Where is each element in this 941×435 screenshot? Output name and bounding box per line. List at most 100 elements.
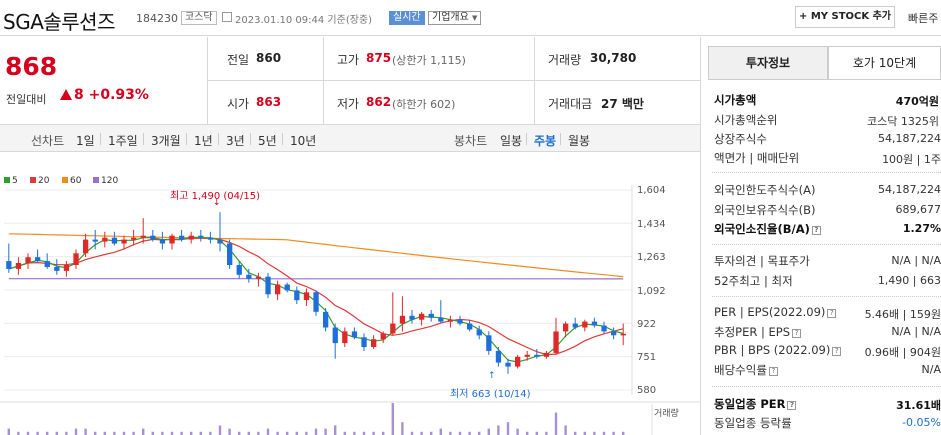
candle-body	[150, 235, 156, 240]
low-value: 862	[366, 95, 392, 109]
candle-body	[159, 239, 166, 244]
tab-invest-info[interactable]: 투자정보	[708, 46, 828, 80]
separator	[100, 133, 101, 145]
overview-dropdown-label: 기업개요	[432, 12, 469, 23]
separator	[218, 133, 219, 145]
low-label: 저가	[337, 97, 360, 111]
change-amount: 8	[74, 87, 84, 103]
candle-body	[380, 333, 386, 340]
candle-body	[572, 323, 578, 328]
industry-per-label: 동일업종 PER?	[714, 396, 797, 412]
tab-order-book[interactable]: 호가 10단계	[828, 46, 941, 80]
foreign-rate-label: 외국인소진율(B/A)?	[714, 221, 821, 237]
candle-body	[543, 352, 550, 357]
high-value: 875	[366, 51, 392, 65]
volume-axis-label: 거래량	[654, 409, 679, 419]
chevron-down-icon: ▼	[472, 14, 478, 22]
candle-body	[217, 239, 223, 244]
candle-body	[179, 235, 185, 240]
arrow-up-icon: ↑	[488, 371, 496, 381]
volume-bar	[7, 428, 10, 435]
est-per-text: 추정PER | EPS	[714, 325, 791, 339]
help-icon[interactable]: ?	[811, 226, 821, 235]
candle-body	[246, 274, 252, 279]
div-label: 배당수익률?	[714, 362, 778, 378]
industry-per-text: 동일업종 PER	[714, 397, 786, 411]
div-value: N/A	[921, 363, 941, 376]
candle-body	[188, 235, 194, 240]
volume-bar	[218, 425, 222, 435]
industry-rate-value: -0.05%	[902, 416, 941, 429]
foreign-limit-label: 외국인한도주식수(A)	[714, 183, 816, 197]
rank-value: 코스닥 1325위	[867, 115, 939, 128]
par-label: 액면가 | 매매단위	[714, 151, 800, 165]
tab-5y[interactable]: 5년	[258, 132, 277, 149]
per-label: PER | EPS(2022.09)?	[714, 305, 837, 319]
candle-body	[419, 313, 425, 320]
candle-body	[92, 239, 98, 242]
volume-bar	[506, 422, 510, 435]
volume-bar	[391, 403, 394, 435]
candle-body	[505, 362, 511, 367]
candle-body	[361, 337, 367, 348]
fast-order-link[interactable]: 빠른주	[908, 10, 938, 26]
volume-bar	[554, 412, 558, 435]
tab-1w[interactable]: 1주일	[108, 132, 138, 149]
help-icon[interactable]: ?	[792, 329, 802, 338]
volume-bar	[266, 428, 270, 435]
candle-body	[169, 235, 175, 244]
shares-label: 상장주식수	[714, 132, 767, 146]
y-tick: 1,263	[637, 252, 666, 263]
volume-bar	[74, 428, 78, 435]
my-stock-label: MY STOCK 추가	[810, 11, 892, 22]
help-icon[interactable]: ?	[832, 347, 842, 356]
separator	[250, 133, 251, 145]
tab-monthly[interactable]: 월봉	[568, 132, 590, 149]
tab-1d[interactable]: 1일	[76, 132, 95, 149]
tab-10y[interactable]: 10년	[290, 132, 316, 149]
candle-body	[131, 237, 137, 240]
candle-body	[227, 243, 233, 265]
pbr-text: PBR | BPS (2022.09)	[714, 343, 831, 357]
candle-body	[121, 239, 127, 244]
candle-body	[303, 292, 310, 301]
y-tick: 751	[637, 352, 657, 363]
volume-bar	[516, 428, 519, 435]
realtime-tag[interactable]: 실시간	[389, 11, 425, 25]
pbr-value: 0.96배 | 904원	[864, 346, 941, 359]
company-overview-dropdown[interactable]: 기업개요 ▼	[428, 11, 482, 25]
candle-body	[534, 354, 540, 357]
candle-body	[35, 257, 41, 262]
help-icon[interactable]: ?	[827, 309, 837, 318]
separator	[526, 133, 527, 145]
foreign-limit-value: 54,187,224	[878, 183, 941, 196]
candle-body	[342, 331, 348, 344]
tab-1y[interactable]: 1년	[194, 132, 213, 149]
candle-body	[313, 292, 319, 312]
foreign-rate-value: 1.27%	[902, 222, 941, 235]
tab-weekly[interactable]: 주봉	[534, 132, 556, 149]
opinion-value: N/A | N/A	[891, 254, 941, 267]
volume-bar	[487, 428, 490, 435]
volume-bar	[439, 428, 442, 435]
divider	[712, 172, 941, 173]
candle-body	[140, 235, 146, 238]
candle-body	[476, 329, 482, 336]
divider	[207, 80, 700, 81]
tab-daily[interactable]: 일봉	[500, 132, 522, 149]
price-change: 8 +0.93%	[60, 87, 149, 103]
volume-bar	[84, 428, 87, 435]
tab-3m[interactable]: 3개월	[151, 132, 181, 149]
candle-body	[399, 315, 406, 324]
tab-3y[interactable]: 3년	[226, 132, 245, 149]
candle-body	[54, 267, 60, 271]
candle-body	[73, 253, 79, 265]
my-stock-add-button[interactable]: + MY STOCK 추가	[795, 6, 895, 28]
upper-limit: (상한가 1,115)	[392, 54, 466, 67]
stock-header: SGA솔루션즈 184230 코스닥 2023.01.10 09:44 기준(장…	[0, 0, 941, 36]
price-chart[interactable]	[0, 152, 700, 435]
help-icon[interactable]: ?	[787, 401, 797, 410]
timestamp: 2023.01.10 09:44 기준(장중)	[235, 15, 373, 26]
volume-bar	[324, 428, 327, 435]
help-icon[interactable]: ?	[768, 367, 778, 376]
